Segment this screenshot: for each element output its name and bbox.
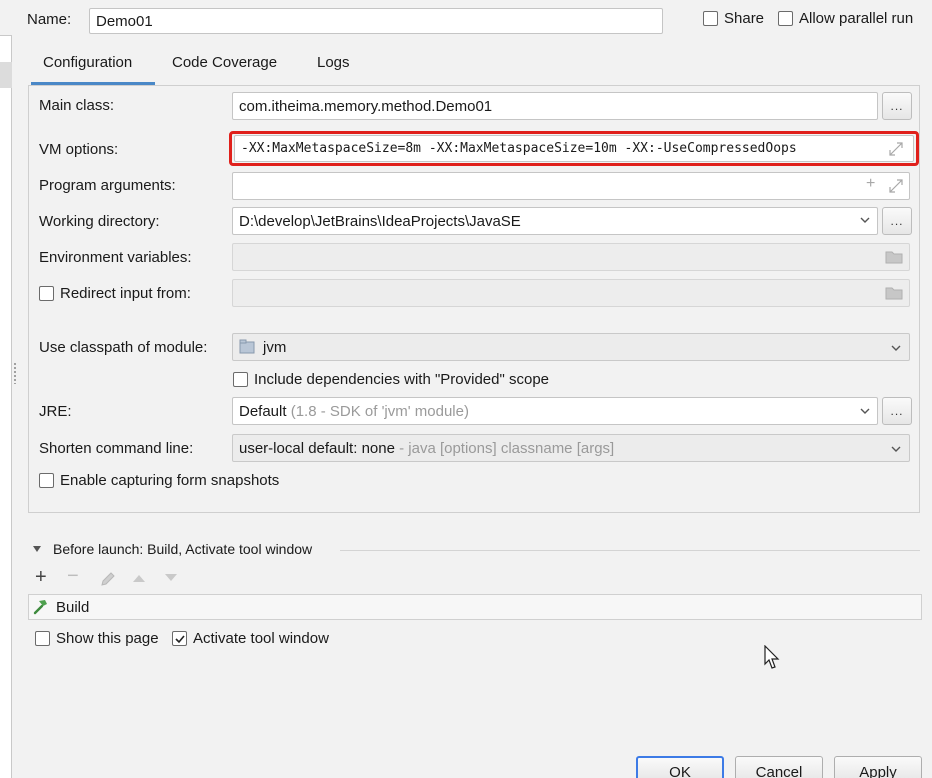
chevron-down-icon xyxy=(891,345,901,351)
show-this-page-label: Show this page xyxy=(56,630,159,647)
shorten-command-line-select[interactable]: user-local default: none - java [options… xyxy=(232,434,910,462)
show-this-page-checkbox[interactable] xyxy=(35,631,50,646)
include-provided-checkbox[interactable] xyxy=(233,372,248,387)
add-task-icon[interactable]: + xyxy=(35,567,47,587)
program-arguments-input[interactable] xyxy=(232,172,910,200)
allow-parallel-option[interactable]: Allow parallel run xyxy=(778,10,913,27)
build-hammer-icon xyxy=(33,600,47,615)
jre-select[interactable]: Default (1.8 - SDK of 'jvm' module) xyxy=(232,397,878,425)
environment-variables-input[interactable] xyxy=(232,243,910,271)
classpath-module-select[interactable]: jvm xyxy=(232,333,910,361)
redirect-input-option[interactable]: Redirect input from: xyxy=(39,285,191,302)
before-launch-title: Before launch: Build, Activate tool wind… xyxy=(53,541,313,557)
vm-options-input[interactable]: -XX:MaxMetaspaceSize=8m -XX:MaxMetaspace… xyxy=(234,135,914,162)
name-input[interactable]: Demo01 xyxy=(89,8,663,34)
collapse-triangle-icon[interactable] xyxy=(32,544,42,554)
jre-value: Default xyxy=(239,402,287,420)
working-directory-input[interactable]: D:\develop\JetBrains\IdeaProjects\JavaSE xyxy=(232,207,878,235)
jre-browse-button[interactable]: ... xyxy=(882,397,912,425)
classpath-module-value: jvm xyxy=(263,338,287,356)
add-macro-icon[interactable]: + xyxy=(866,175,875,193)
ok-button[interactable]: OK xyxy=(636,756,724,778)
main-class-browse-button[interactable]: ... xyxy=(882,92,912,120)
allow-parallel-checkbox[interactable] xyxy=(778,11,793,26)
run-config-list-selected-item[interactable] xyxy=(0,62,12,88)
expand-icon[interactable] xyxy=(888,178,904,194)
working-directory-browse-button[interactable]: ... xyxy=(882,207,912,235)
share-option[interactable]: Share xyxy=(703,10,764,27)
chevron-down-icon[interactable] xyxy=(858,213,872,227)
apply-button[interactable]: Apply xyxy=(834,756,922,778)
redirect-input-field[interactable] xyxy=(232,279,910,307)
allow-parallel-label: Allow parallel run xyxy=(799,10,914,27)
move-up-icon[interactable] xyxy=(131,573,147,583)
list-item[interactable]: Build xyxy=(30,596,920,618)
activate-tool-window-option[interactable]: Activate tool window xyxy=(172,630,329,647)
program-arguments-label: Program arguments: xyxy=(39,177,176,194)
include-provided-option[interactable]: Include dependencies with "Provided" sco… xyxy=(233,371,549,388)
run-config-list-panel[interactable] xyxy=(0,0,12,778)
edit-pencil-icon[interactable] xyxy=(99,570,117,588)
build-task-label: Build xyxy=(56,598,90,616)
tab-configuration[interactable]: Configuration xyxy=(43,54,132,71)
folder-icon[interactable] xyxy=(885,250,903,264)
main-class-label: Main class: xyxy=(39,97,115,114)
include-provided-label: Include dependencies with "Provided" sco… xyxy=(254,371,550,388)
capture-snapshots-label: Enable capturing form snapshots xyxy=(60,472,280,489)
vm-options-label: VM options: xyxy=(39,141,119,158)
checkmark-icon xyxy=(174,634,185,643)
chevron-down-icon[interactable] xyxy=(858,404,872,418)
shorten-command-line-value: user-local default: none xyxy=(239,439,395,457)
move-down-icon[interactable] xyxy=(163,573,179,583)
shorten-command-line-hint: - java [options] classname [args] xyxy=(399,439,615,457)
folder-icon[interactable] xyxy=(885,286,903,300)
redirect-input-label: Redirect input from: xyxy=(60,285,191,302)
jre-label: JRE: xyxy=(39,403,72,420)
show-this-page-option[interactable]: Show this page xyxy=(35,630,159,647)
classpath-module-label: Use classpath of module: xyxy=(39,339,208,356)
mouse-cursor-icon xyxy=(764,645,780,669)
activate-tool-window-label: Activate tool window xyxy=(193,630,329,647)
name-label: Name: xyxy=(27,11,72,28)
capture-snapshots-option[interactable]: Enable capturing form snapshots xyxy=(39,472,279,489)
capture-snapshots-checkbox[interactable] xyxy=(39,473,54,488)
redirect-input-checkbox[interactable] xyxy=(39,286,54,301)
before-launch-divider xyxy=(340,550,920,551)
module-icon xyxy=(239,339,255,354)
share-checkbox[interactable] xyxy=(703,11,718,26)
environment-variables-label: Environment variables: xyxy=(39,249,192,266)
working-directory-label: Working directory: xyxy=(39,213,160,230)
activate-tool-window-checkbox[interactable] xyxy=(172,631,187,646)
expand-icon[interactable] xyxy=(888,141,904,157)
shorten-command-line-label: Shorten command line: xyxy=(39,440,194,457)
tab-logs[interactable]: Logs xyxy=(317,54,350,71)
main-class-input[interactable]: com.itheima.memory.method.Demo01 xyxy=(232,92,878,120)
tab-code-coverage[interactable]: Code Coverage xyxy=(172,54,277,71)
jre-hint: (1.8 - SDK of 'jvm' module) xyxy=(290,402,469,420)
run-config-list-toolbar xyxy=(0,0,12,36)
splitter-grip[interactable] xyxy=(13,362,18,384)
chevron-down-icon xyxy=(891,446,901,452)
share-label: Share xyxy=(724,10,765,27)
cancel-button[interactable]: Cancel xyxy=(735,756,823,778)
remove-task-icon[interactable]: − xyxy=(67,566,79,586)
